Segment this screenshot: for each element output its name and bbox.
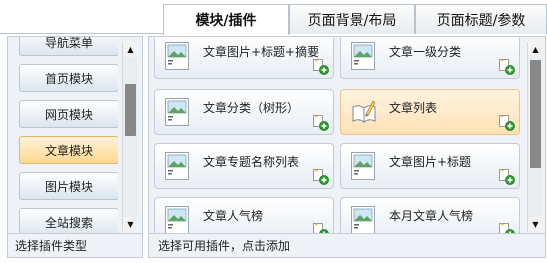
plugin-tile[interactable]: 文章列表 bbox=[340, 89, 520, 135]
image-thumb-icon bbox=[165, 98, 189, 126]
tab-bar: 模块/插件 页面背景/布局 页面标题/参数 bbox=[0, 0, 547, 35]
category-item-nav-menu[interactable]: 导航菜单 bbox=[19, 37, 118, 56]
add-plugin-icon[interactable] bbox=[499, 115, 515, 131]
category-item-web-modules[interactable]: 网页模块 bbox=[19, 100, 118, 128]
category-panel: 导航菜单 首页模块 网页模块 文章模块 图片模块 全站搜索 ▲ ▼ 选择插件类型 bbox=[7, 36, 143, 258]
category-item-article-modules[interactable]: 文章模块 bbox=[19, 136, 118, 164]
plugin-panel: 文章图片+标题+摘要 文章一级分类 文章分类（树形） 文章列表 文章专题名称列表… bbox=[148, 36, 546, 258]
plugin-tile-label: 文章专题名称列表 bbox=[203, 155, 300, 169]
scroll-thumb[interactable] bbox=[530, 60, 541, 168]
scroll-down-arrow-icon[interactable]: ▼ bbox=[528, 217, 543, 232]
category-item-home-modules[interactable]: 首页模块 bbox=[19, 64, 118, 92]
plugin-tile-label: 文章分类（树形） bbox=[203, 101, 300, 115]
scroll-down-arrow-icon[interactable]: ▼ bbox=[123, 217, 138, 232]
image-thumb-icon bbox=[351, 152, 375, 180]
tab-modules-plugins[interactable]: 模块/插件 bbox=[163, 4, 289, 35]
plugin-tile[interactable]: 文章图片+标题+摘要 bbox=[154, 37, 334, 79]
add-plugin-icon[interactable] bbox=[313, 115, 329, 131]
scroll-thumb[interactable] bbox=[125, 84, 136, 136]
category-panel-footer: 选择插件类型 bbox=[8, 233, 142, 257]
plugin-grid: 文章图片+标题+摘要 文章一级分类 文章分类（树形） 文章列表 文章专题名称列表… bbox=[149, 37, 525, 233]
scroll-up-arrow-icon[interactable]: ▲ bbox=[123, 42, 138, 57]
plugin-tile[interactable]: 文章人气榜 bbox=[154, 197, 334, 233]
plugin-tile[interactable]: 文章图片+标题 bbox=[340, 143, 520, 189]
add-plugin-icon[interactable] bbox=[313, 169, 329, 185]
image-thumb-icon bbox=[165, 206, 189, 233]
category-list: 导航菜单 首页模块 网页模块 文章模块 图片模块 全站搜索 bbox=[14, 37, 118, 233]
category-scrollbar[interactable]: ▲ ▼ bbox=[122, 42, 138, 232]
add-plugin-icon[interactable] bbox=[499, 169, 515, 185]
plugin-panel-footer: 选择可用插件，点击添加 bbox=[149, 233, 545, 257]
tab-page-background-layout[interactable]: 页面背景/布局 bbox=[289, 4, 415, 34]
category-item-site-search[interactable]: 全站搜索 bbox=[19, 208, 118, 233]
plugin-tile[interactable]: 文章专题名称列表 bbox=[154, 143, 334, 189]
add-plugin-icon[interactable] bbox=[499, 59, 515, 75]
plugin-tile[interactable]: 文章一级分类 bbox=[340, 37, 520, 79]
category-item-image-modules[interactable]: 图片模块 bbox=[19, 172, 118, 200]
plugin-tile[interactable]: 本月文章人气榜 bbox=[340, 197, 520, 233]
plugin-tile[interactable]: 文章分类（树形） bbox=[154, 89, 334, 135]
plugin-tile-label: 文章图片+标题 bbox=[389, 155, 472, 169]
plugin-tile-label: 文章人气榜 bbox=[203, 209, 264, 223]
image-thumb-icon bbox=[165, 42, 189, 70]
image-thumb-icon bbox=[351, 206, 375, 233]
plugin-scrollbar[interactable]: ▲ ▼ bbox=[527, 42, 543, 232]
image-thumb-icon bbox=[165, 152, 189, 180]
add-plugin-icon[interactable] bbox=[313, 59, 329, 75]
plugin-panel-hint: 选择可用插件，点击添加 bbox=[158, 239, 291, 253]
plugin-tile-label: 文章列表 bbox=[389, 101, 438, 115]
add-plugin-icon[interactable] bbox=[313, 223, 329, 233]
image-thumb-icon bbox=[351, 42, 375, 70]
category-panel-hint: 选择插件类型 bbox=[15, 239, 88, 253]
tab-page-title-params[interactable]: 页面标题/参数 bbox=[415, 4, 547, 34]
plugin-tile-label: 文章图片+标题+摘要 bbox=[203, 45, 320, 59]
plugin-tile-label: 本月文章人气榜 bbox=[389, 209, 474, 223]
scroll-up-arrow-icon[interactable]: ▲ bbox=[528, 42, 543, 57]
add-plugin-icon[interactable] bbox=[499, 223, 515, 233]
plugin-tile-label: 文章一级分类 bbox=[389, 45, 462, 59]
open-book-icon bbox=[352, 100, 376, 124]
